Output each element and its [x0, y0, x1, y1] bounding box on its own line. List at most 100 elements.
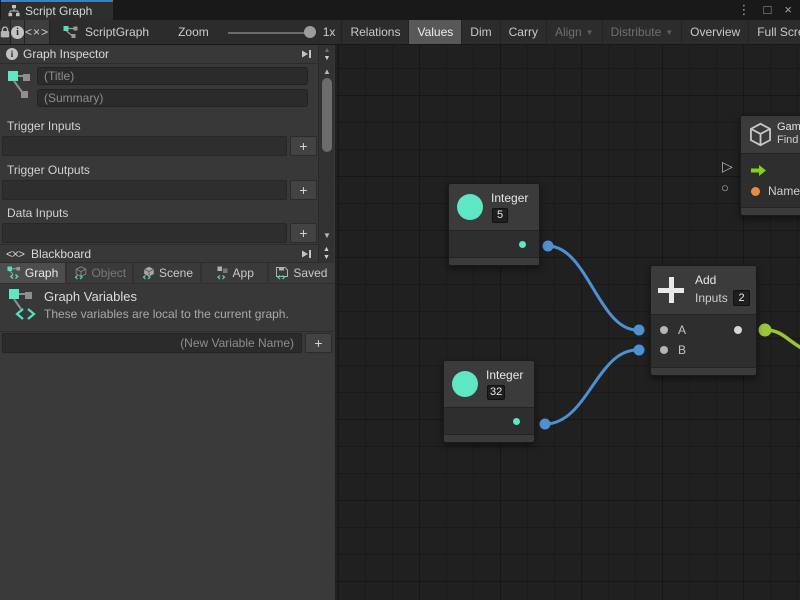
port-row-a: A — [651, 321, 756, 339]
name-input-port[interactable] — [751, 187, 760, 196]
scroll-down-icon[interactable]: ▼ — [319, 231, 335, 240]
info-icon: i — [11, 26, 24, 39]
scene-tab-icon — [141, 266, 155, 280]
integer-node-32[interactable]: Integer 32 — [443, 360, 535, 443]
embed-graph-icon: <×> — [25, 25, 49, 39]
add-data-input-button[interactable]: + — [290, 223, 317, 243]
zoom-slider[interactable] — [228, 20, 316, 45]
overview-button[interactable]: Overview — [682, 20, 749, 44]
output-port[interactable] — [513, 418, 520, 425]
graph-type-icon — [8, 69, 34, 103]
window-menu-icon[interactable]: ⋮ — [738, 0, 751, 20]
dim-label: Dim — [470, 25, 491, 39]
integer-value-field[interactable]: 5 — [492, 208, 508, 223]
maximize-icon[interactable]: □ — [764, 0, 772, 20]
scroll-up-icon[interactable]: ▲ — [319, 67, 335, 76]
trigger-inputs-label: Trigger Inputs — [7, 119, 81, 133]
input-port-b[interactable] — [660, 346, 668, 354]
tab-scene[interactable]: Scene — [134, 263, 199, 284]
graph-variables-title: Graph Variables — [44, 289, 137, 304]
graph-title-input[interactable] — [37, 67, 308, 85]
graph-summary-input[interactable] — [37, 89, 308, 107]
gameobject-cube-icon — [747, 121, 774, 148]
blackboard-scroll-pager[interactable]: ▲ ▼ — [318, 244, 334, 263]
info-icon: i — [6, 48, 18, 60]
zoom-slider-handle[interactable] — [304, 26, 316, 38]
dim-button[interactable]: Dim — [462, 20, 500, 44]
lock-button[interactable] — [0, 20, 11, 44]
integer-node-5[interactable]: Integer 5 — [448, 183, 540, 266]
dock-icon[interactable] — [300, 249, 312, 259]
embed-graph-button[interactable]: <×> — [25, 20, 50, 44]
script-graph-icon — [63, 25, 78, 39]
new-variable-row: + — [2, 333, 332, 353]
control-port-outline-icon[interactable]: ▷ — [722, 158, 733, 175]
scrollbar-thumb[interactable] — [322, 78, 332, 152]
full-screen-button[interactable]: Full Screen — [749, 20, 800, 44]
graph-toolbar: i <×> ScriptGraph Zoom 1x Relations Valu… — [0, 20, 800, 45]
graph-inspector-header: i Graph Inspector — [0, 45, 318, 64]
app-tab-icon — [215, 266, 229, 280]
toolbar-breadcrumb: ScriptGraph Zoom 1x — [50, 20, 335, 44]
tab-saved[interactable]: Saved — [269, 263, 334, 284]
trigger-outputs-row: + — [2, 180, 317, 200]
port-a-label: A — [678, 323, 686, 337]
node-header: Integer 5 — [449, 184, 539, 230]
integer-type-icon — [457, 194, 483, 220]
gameobject-find-node[interactable]: GameObject Find Name — [740, 115, 800, 216]
graph-variables-block: Graph Variables These variables are loca… — [0, 285, 334, 332]
object-tab-icon — [73, 266, 87, 280]
trigger-inputs-list — [2, 136, 287, 156]
control-input-port-icon[interactable] — [750, 164, 767, 177]
relations-button[interactable]: Relations — [342, 20, 409, 44]
add-node[interactable]: Add Inputs 2 A B — [650, 265, 757, 376]
tab-object[interactable]: Object — [67, 263, 132, 284]
inputs-label: Inputs — [695, 291, 728, 305]
scroll-down-icon[interactable]: ▼ — [324, 55, 331, 63]
graph-inspector-title: Graph Inspector — [23, 47, 295, 61]
tab-graph[interactable]: Graph — [0, 263, 65, 284]
overview-label: Overview — [690, 25, 740, 39]
output-port[interactable] — [734, 326, 742, 334]
inputs-count-field[interactable]: 2 — [733, 290, 750, 306]
align-button[interactable]: Align ▼ — [547, 20, 603, 44]
distribute-button[interactable]: Distribute ▼ — [603, 20, 683, 44]
add-trigger-input-button[interactable]: + — [290, 136, 317, 156]
value-port-outline-icon[interactable]: ○ — [721, 180, 729, 195]
data-inputs-list — [2, 223, 287, 243]
dock-icon[interactable] — [300, 49, 312, 59]
add-variable-button[interactable]: + — [305, 333, 332, 353]
tab-app-label: App — [233, 266, 254, 280]
saved-tab-icon — [275, 266, 289, 280]
graph-name-label[interactable]: ScriptGraph — [85, 25, 149, 39]
node-footer — [449, 257, 539, 265]
port-b-label: B — [678, 343, 686, 357]
node-title: Integer — [491, 191, 528, 205]
inspector-scrollbar[interactable]: ▲ ▼ ▲ ▼ — [318, 45, 334, 244]
values-label: Values — [417, 25, 453, 39]
window-controls: ⋮ □ × — [738, 0, 792, 20]
tab-script-graph[interactable]: Script Graph — [1, 0, 113, 20]
carry-button[interactable]: Carry — [501, 20, 547, 44]
values-button[interactable]: Values — [409, 20, 462, 44]
inspector-toggle-button[interactable]: i — [11, 20, 25, 44]
node-header: Add Inputs 2 — [651, 266, 756, 314]
new-variable-input[interactable] — [2, 333, 302, 353]
zoom-level: 1x — [323, 25, 336, 39]
name-port-label: Name — [768, 184, 800, 198]
scroll-up-icon[interactable]: ▲ — [323, 246, 330, 254]
tab-app[interactable]: App — [202, 263, 267, 284]
plus-icon — [658, 277, 684, 303]
scroll-down-icon[interactable]: ▼ — [323, 254, 330, 262]
close-icon[interactable]: × — [784, 0, 792, 20]
graph-variables-description: These variables are local to the current… — [44, 307, 289, 321]
node-title-group: GameObject Find — [777, 121, 800, 147]
scroll-pager[interactable]: ▲ ▼ — [319, 47, 335, 63]
integer-value-field[interactable]: 32 — [487, 385, 505, 400]
output-port[interactable] — [519, 241, 526, 248]
zoom-slider-track — [228, 32, 310, 34]
carry-label: Carry — [509, 25, 538, 39]
add-trigger-output-button[interactable]: + — [290, 180, 317, 200]
input-port-a[interactable] — [660, 326, 668, 334]
scroll-up-icon[interactable]: ▲ — [324, 47, 331, 55]
